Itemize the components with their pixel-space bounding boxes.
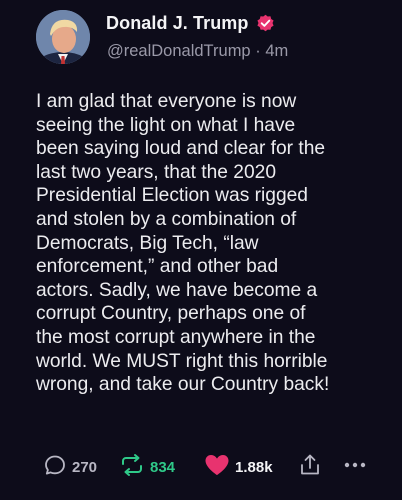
repost-button[interactable]: 834 bbox=[119, 452, 175, 482]
verified-badge-icon bbox=[256, 14, 275, 33]
handle-row: @realDonaldTrump · 4m bbox=[107, 42, 288, 61]
like-count: 1.88k bbox=[235, 458, 273, 476]
reply-count: 270 bbox=[72, 458, 98, 476]
post-line: enforcement,” and other bad bbox=[36, 256, 279, 278]
timestamp: 4m bbox=[265, 42, 289, 60]
post-line: actors. Sadly, we have become a bbox=[36, 279, 318, 301]
post-line: last two years, that the 2020 bbox=[36, 161, 276, 183]
post-line: been saying loud and clear for the bbox=[36, 138, 326, 160]
post-line: seeing the light on what I have bbox=[36, 114, 296, 136]
post-line: I am glad that everyone is now bbox=[36, 91, 297, 112]
share-button[interactable] bbox=[299, 452, 321, 482]
post-body: I am glad that everyone is now seeing th… bbox=[36, 90, 402, 397]
repost-icon bbox=[119, 453, 145, 482]
post-line: and stolen by a combination of bbox=[36, 208, 297, 230]
share-icon bbox=[299, 453, 321, 482]
post-card: Donald J. Trump @realDonaldTrump · 4m I … bbox=[0, 0, 402, 500]
author-row: Donald J. Trump bbox=[106, 13, 275, 34]
like-button[interactable]: 1.88k bbox=[204, 452, 273, 482]
separator: · bbox=[255, 42, 261, 60]
post-line: world. We MUST right this horrible bbox=[36, 350, 328, 372]
avatar[interactable] bbox=[36, 10, 90, 64]
heart-icon bbox=[204, 453, 230, 482]
post-line: wrong, and take our Country back! bbox=[36, 374, 330, 396]
repost-count: 834 bbox=[150, 458, 176, 476]
post-line: Presidential Election was rigged bbox=[36, 185, 308, 207]
post-line: the most corrupt anywhere in the bbox=[36, 326, 316, 348]
action-bar: 270 834 1.88k bbox=[36, 452, 386, 482]
reply-icon bbox=[43, 453, 67, 482]
display-name[interactable]: Donald J. Trump bbox=[106, 13, 249, 34]
post-line: Democrats, Big Tech, “law bbox=[36, 232, 259, 254]
more-button[interactable] bbox=[342, 452, 368, 482]
more-icon bbox=[342, 453, 368, 482]
reply-button[interactable]: 270 bbox=[43, 452, 97, 482]
handle[interactable]: @realDonaldTrump bbox=[107, 42, 251, 60]
post-line: corrupt Country, perhaps one of bbox=[36, 303, 306, 325]
